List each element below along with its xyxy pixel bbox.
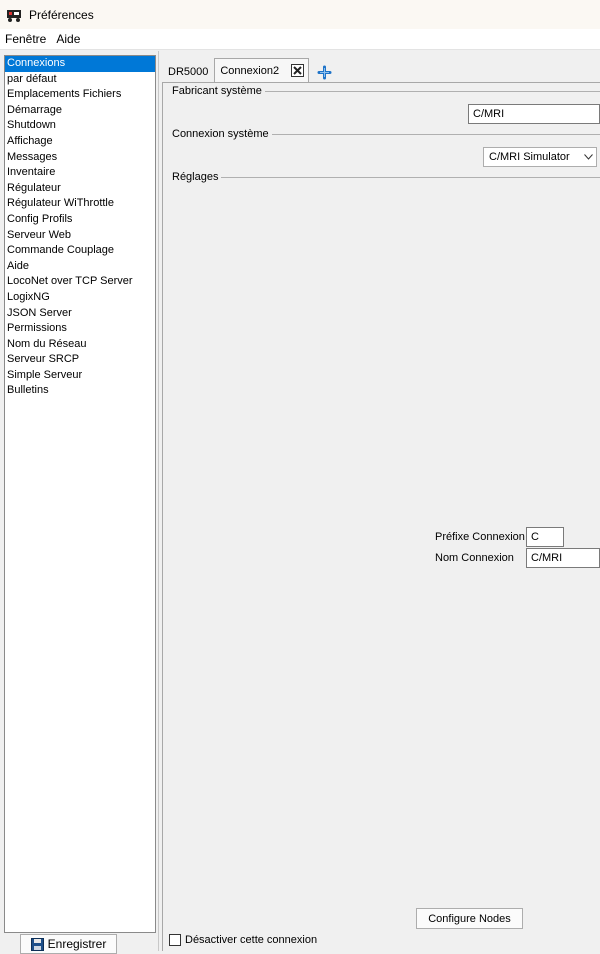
system-connection-value: C/MRI Simulator [489, 151, 570, 163]
sidebar-item-serveur-srcp[interactable]: Serveur SRCP [5, 352, 155, 368]
prefix-input[interactable]: C [526, 527, 564, 547]
sidebar-item-commande-couplage[interactable]: Commande Couplage [5, 243, 155, 259]
chevron-down-icon [580, 154, 596, 160]
connection-tabs: DR5000 Connexion2 [162, 58, 332, 82]
tab-label: DR5000 [168, 66, 209, 78]
window-title: Préférences [29, 7, 94, 22]
sidebar-item-aide[interactable]: Aide [5, 259, 155, 275]
save-button-label: Enregistrer [47, 937, 107, 951]
split-divider[interactable] [158, 51, 159, 951]
separator-line [216, 177, 600, 178]
disable-connection-row[interactable]: Désactiver cette connexion [169, 934, 317, 946]
tab-label: Connexion2 [220, 64, 280, 77]
sidebar-item-emplacements-fichiers[interactable]: Emplacements Fichiers [5, 87, 155, 103]
sidebar-item-par-defaut[interactable]: par défaut [5, 72, 155, 88]
preferences-category-list[interactable]: Connexions par défaut Emplacements Fichi… [4, 55, 156, 933]
save-button[interactable]: Enregistrer [20, 934, 117, 954]
system-connection-select[interactable]: C/MRI Simulator [483, 147, 597, 167]
sidebar-item-loconet-over-tcp[interactable]: LocoNet over TCP Server [5, 274, 155, 290]
sidebar-item-json-server[interactable]: JSON Server [5, 306, 155, 322]
disable-connection-checkbox[interactable] [169, 934, 181, 946]
sidebar-item-config-profils[interactable]: Config Profils [5, 212, 155, 228]
tab-connexion2[interactable]: Connexion2 [214, 58, 310, 82]
menu-fenetre[interactable]: Fenêtre [0, 32, 51, 46]
tab-dr5000[interactable]: DR5000 [162, 62, 214, 82]
manufacturer-label: Fabricant système [172, 85, 265, 97]
disable-connection-label: Désactiver cette connexion [185, 934, 318, 946]
sidebar-item-regulateur-withrottle[interactable]: Régulateur WiThrottle [5, 196, 155, 212]
menu-bar: Fenêtre Aide [0, 29, 600, 50]
settings-label: Réglages [172, 171, 222, 183]
sidebar-item-logixng[interactable]: LogixNG [5, 290, 155, 306]
sidebar-item-permissions[interactable]: Permissions [5, 321, 155, 337]
sidebar-item-nom-du-reseau[interactable]: Nom du Réseau [5, 337, 155, 353]
prefix-label: Préfixe Connexion [435, 531, 525, 543]
close-tab-icon[interactable] [291, 64, 305, 77]
sidebar-item-shutdown[interactable]: Shutdown [5, 118, 155, 134]
connection-name-label: Nom Connexion [435, 552, 514, 564]
add-connection-button[interactable] [317, 62, 332, 82]
sidebar-item-serveur-web[interactable]: Serveur Web [5, 228, 155, 244]
separator-line [260, 91, 600, 92]
sidebar-item-demarrage[interactable]: Démarrage [5, 103, 155, 119]
sidebar-item-affichage[interactable]: Affichage [5, 134, 155, 150]
sidebar-item-regulateur[interactable]: Régulateur [5, 181, 155, 197]
separator-line [266, 134, 600, 135]
configure-nodes-button[interactable]: Configure Nodes [416, 908, 523, 929]
plus-icon [317, 65, 332, 79]
connection-name-input[interactable]: C/MRI [526, 548, 600, 568]
connection-panel [162, 82, 600, 951]
manufacturer-field[interactable]: C/MRI [468, 104, 600, 124]
floppy-disk-icon [30, 937, 44, 951]
menu-aide[interactable]: Aide [51, 32, 85, 46]
sidebar-item-messages[interactable]: Messages [5, 150, 155, 166]
app-icon [7, 9, 21, 22]
sidebar-item-connexions[interactable]: Connexions [5, 56, 155, 72]
system-connection-label: Connexion système [172, 128, 272, 140]
sidebar-item-bulletins[interactable]: Bulletins [5, 383, 155, 399]
sidebar-item-simple-serveur[interactable]: Simple Serveur [5, 368, 155, 384]
sidebar-item-inventaire[interactable]: Inventaire [5, 165, 155, 181]
title-bar: Préférences [0, 0, 600, 29]
